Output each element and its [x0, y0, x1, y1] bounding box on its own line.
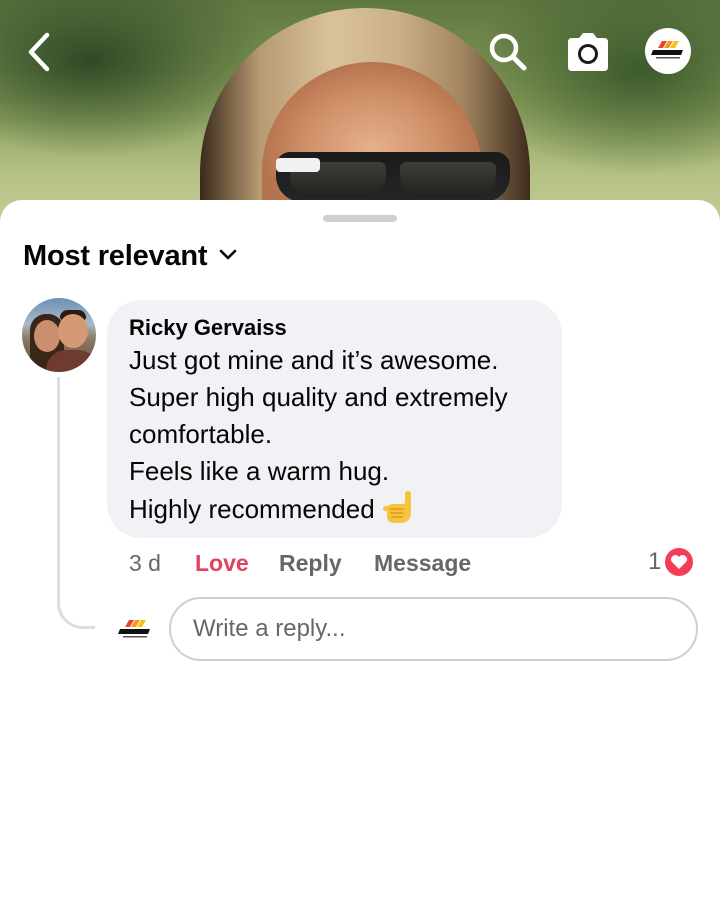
- back-icon[interactable]: [16, 28, 64, 76]
- comment-text-line: Just got mine and it’s awesome.: [129, 345, 499, 375]
- thrilla-logo-icon: [651, 41, 683, 59]
- sort-dropdown[interactable]: Most relevant: [23, 240, 237, 273]
- comment-actions: 3 d Love Reply Message: [129, 548, 471, 578]
- comment-text-line: comfortable.: [129, 419, 273, 449]
- message-button[interactable]: Message: [374, 550, 471, 577]
- reaction-summary[interactable]: 1: [648, 546, 696, 578]
- sort-label: Most relevant: [23, 240, 208, 272]
- call-me-hand-icon: [381, 490, 417, 536]
- reply-brand-logo: [116, 618, 152, 642]
- love-button[interactable]: Love: [195, 550, 279, 577]
- thread-line: [57, 377, 95, 629]
- search-icon[interactable]: [484, 28, 532, 76]
- reply-field[interactable]: [169, 597, 698, 661]
- chevron-down-icon: [219, 248, 237, 266]
- comment-text-line: Super high quality and extremely: [129, 382, 508, 412]
- comment-bubble[interactable]: Ricky Gervaiss Just got mine and it’s aw…: [107, 300, 562, 538]
- reply-button[interactable]: Reply: [279, 550, 374, 577]
- comment-text-line: Highly recommended: [129, 494, 375, 524]
- heart-icon: [663, 546, 696, 578]
- comment-author[interactable]: Ricky Gervaiss: [129, 314, 540, 342]
- avatar[interactable]: [22, 298, 96, 372]
- comment-time: 3 d: [129, 549, 161, 576]
- reply-input[interactable]: [193, 615, 674, 643]
- comment-text-last-line: Highly recommended: [129, 490, 540, 536]
- comment-text-line: Feels like a warm hug.: [129, 456, 390, 486]
- thrilla-logo-icon: [118, 620, 150, 638]
- camera-icon[interactable]: [564, 28, 612, 76]
- sheet-grabber[interactable]: [323, 215, 397, 222]
- reaction-count: 1: [648, 548, 662, 575]
- brand-logo-avatar[interactable]: [645, 28, 691, 74]
- post-photo: [0, 0, 720, 230]
- comments-sheet: Most relevant Ricky Gervaiss Just got mi…: [0, 200, 720, 900]
- sunglasses: [276, 152, 510, 202]
